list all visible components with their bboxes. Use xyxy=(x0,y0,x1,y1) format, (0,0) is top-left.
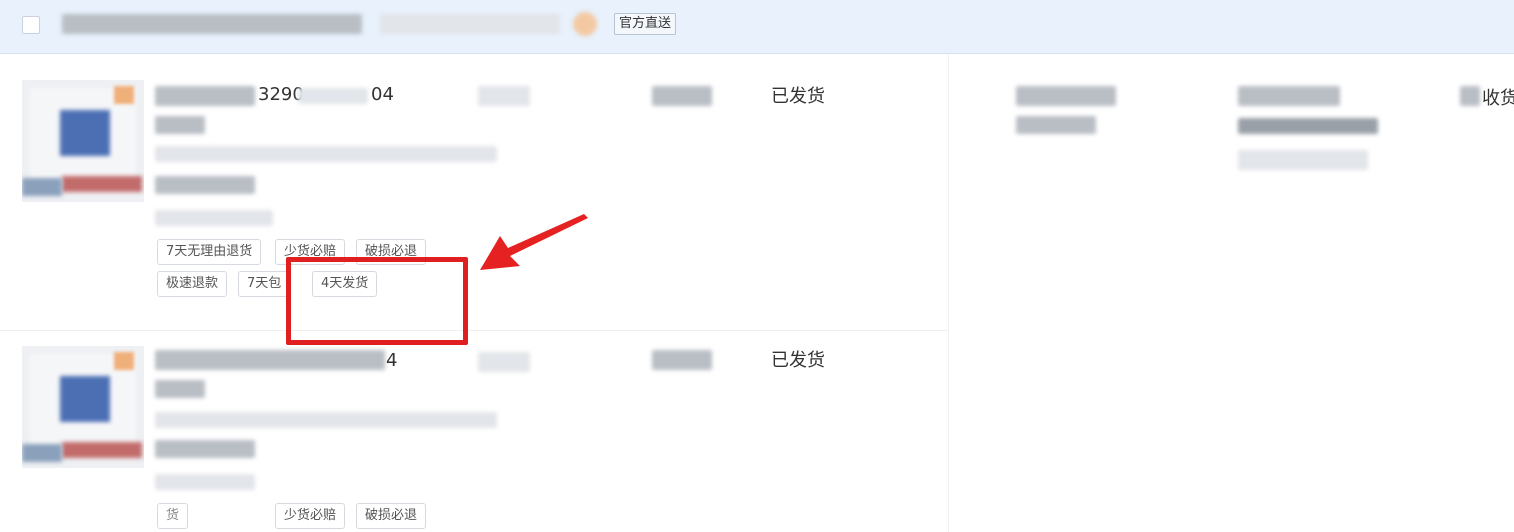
quantity-redacted xyxy=(652,350,712,370)
buyer-address-redacted xyxy=(1238,150,1368,170)
extra-info-redacted xyxy=(155,210,273,226)
logistics-redacted xyxy=(1016,86,1116,106)
order-id-fragment: 3290 xyxy=(258,84,304,105)
service-tag: 极速退款 xyxy=(157,271,228,297)
order-id-redacted xyxy=(298,88,368,104)
service-tag: 货 xyxy=(157,503,189,529)
service-tag: 7天包 xyxy=(238,271,291,297)
order-id-fragment: 04 xyxy=(371,84,394,105)
spec-redacted xyxy=(155,116,205,134)
product-thumbnail[interactable] xyxy=(22,346,144,468)
buyer-contact-redacted xyxy=(1238,118,1378,134)
annotation-arrow-icon xyxy=(480,214,588,270)
product-title-redacted xyxy=(155,86,255,106)
description-redacted xyxy=(155,146,497,162)
service-tag: 7天无理由退货 xyxy=(157,239,262,265)
price-redacted xyxy=(478,86,530,106)
order-id-fragment: 4 xyxy=(386,350,398,371)
order-status: 已发货 xyxy=(771,350,825,371)
order-meta-redacted xyxy=(380,14,560,34)
spec-redacted xyxy=(155,380,205,398)
description-redacted xyxy=(155,412,497,428)
product-thumbnail[interactable] xyxy=(22,80,144,202)
product-title-redacted xyxy=(155,350,385,370)
official-direct-tag: 官方直送 xyxy=(614,13,677,35)
shop-badge-icon xyxy=(573,12,597,36)
sku-redacted xyxy=(155,176,255,194)
extra-info-redacted xyxy=(155,474,255,490)
receive-action-text[interactable]: 收货 xyxy=(1482,84,1514,110)
select-all-checkbox[interactable] xyxy=(22,16,40,34)
service-tag: 少货必赔 xyxy=(275,503,346,529)
service-tag: 破损必退 xyxy=(356,503,427,529)
quantity-redacted xyxy=(652,86,712,106)
sku-redacted xyxy=(155,440,255,458)
shop-name-redacted xyxy=(62,14,362,34)
logistics-detail-redacted xyxy=(1016,116,1096,134)
buyer-info-redacted xyxy=(1238,86,1340,106)
action-redacted xyxy=(1460,86,1480,106)
order-status: 已发货 xyxy=(771,86,825,107)
column-divider xyxy=(948,54,949,532)
price-redacted xyxy=(478,352,530,372)
row-divider xyxy=(0,330,948,331)
annotation-highlight-box xyxy=(286,257,468,345)
